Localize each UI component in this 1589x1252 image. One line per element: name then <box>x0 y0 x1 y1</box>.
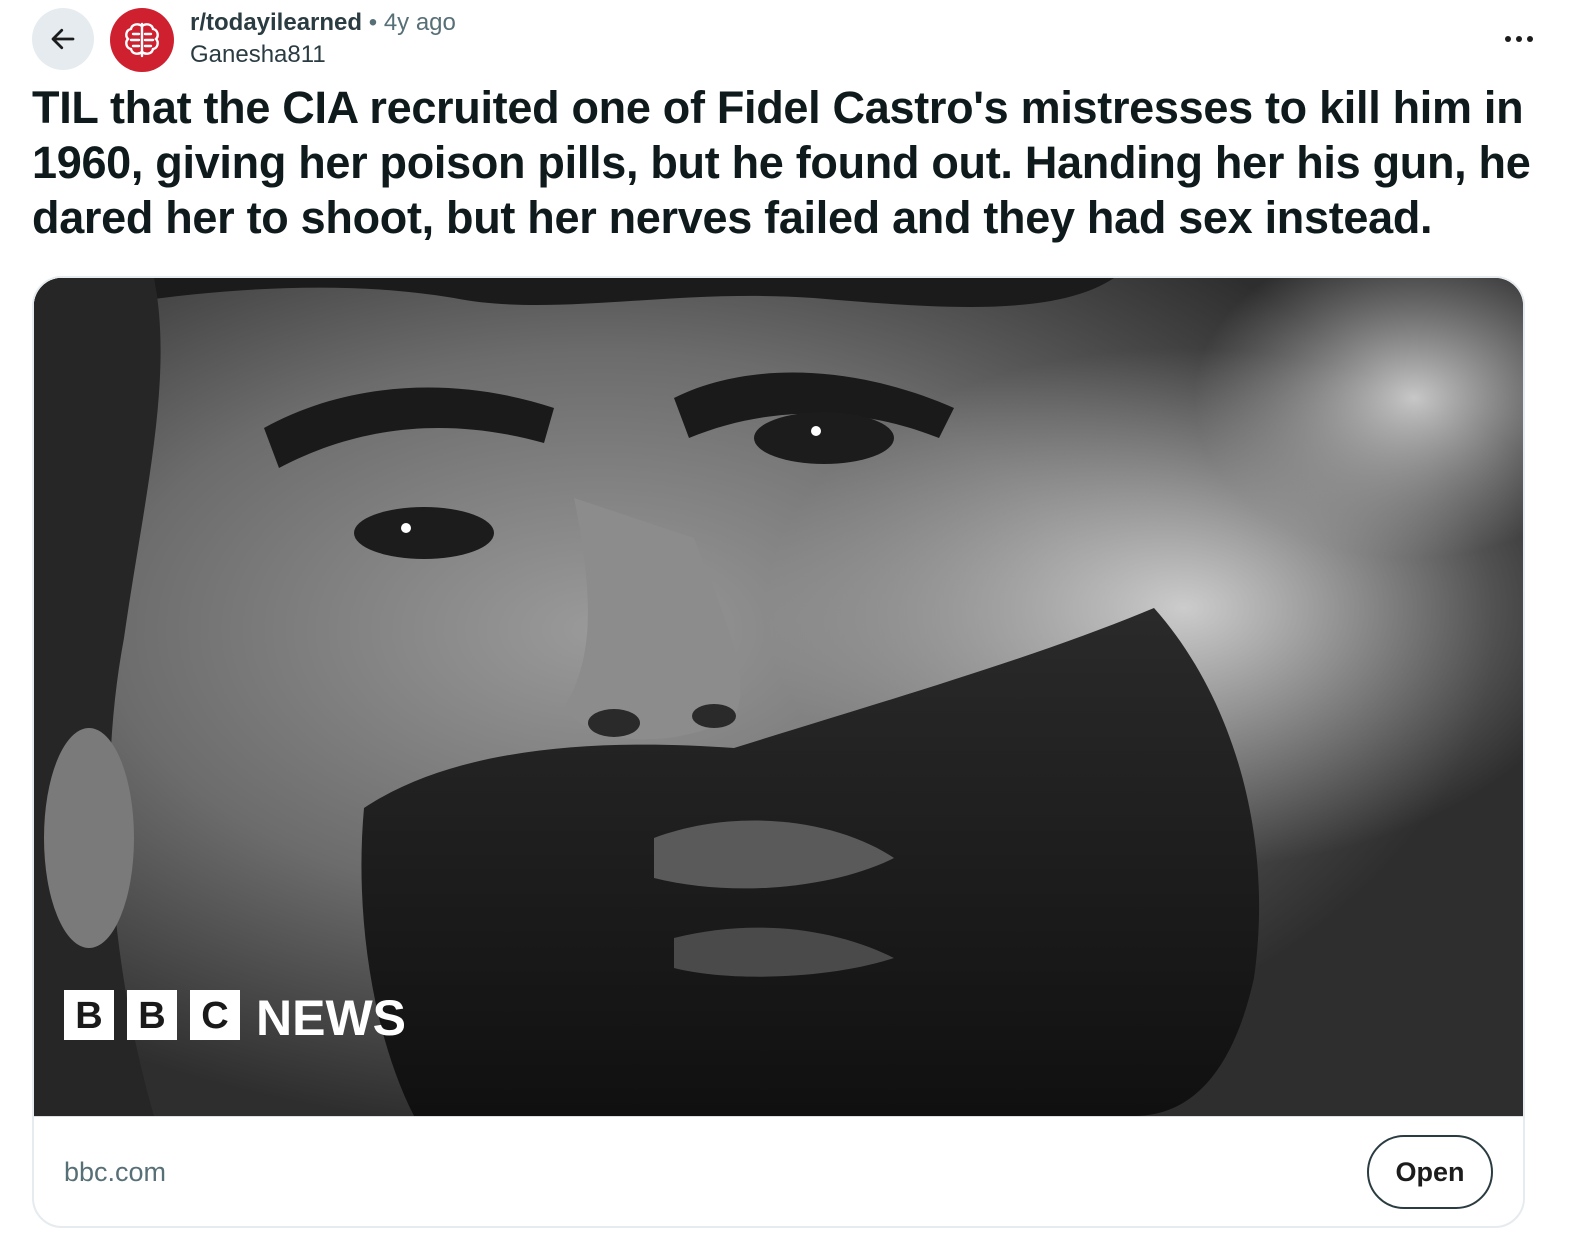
svg-text:C: C <box>201 995 228 1037</box>
portrait-photo: B B C NEWS <box>34 278 1523 1116</box>
svg-text:NEWS: NEWS <box>256 990 406 1046</box>
link-thumbnail: B B C NEWS <box>34 278 1523 1116</box>
arrow-left-icon <box>51 28 75 50</box>
brain-icon <box>125 22 159 58</box>
link-preview-card[interactable]: B B C NEWS bbc.com Open <box>32 276 1525 1228</box>
link-domain[interactable]: bbc.com <box>64 1157 166 1188</box>
post-age: 4y ago <box>383 9 456 36</box>
subreddit-avatar[interactable] <box>110 8 174 72</box>
more-options-button[interactable] <box>1501 24 1537 54</box>
svg-text:B: B <box>138 995 165 1037</box>
open-link-button[interactable]: Open <box>1367 1135 1493 1209</box>
svg-text:B: B <box>75 995 102 1037</box>
post-meta: r/todayilearned • 4y ago Ganesha811 <box>190 8 456 70</box>
link-card-footer: bbc.com Open <box>34 1116 1523 1226</box>
subreddit-name[interactable]: r/todayilearned <box>190 9 362 36</box>
post-title[interactable]: TIL that the CIA recruited one of Fidel … <box>32 80 1552 245</box>
meta-separator: • <box>368 9 378 36</box>
back-button[interactable] <box>32 8 94 70</box>
author-name[interactable]: Ganesha811 <box>190 40 456 70</box>
ellipsis-icon <box>1505 36 1533 42</box>
